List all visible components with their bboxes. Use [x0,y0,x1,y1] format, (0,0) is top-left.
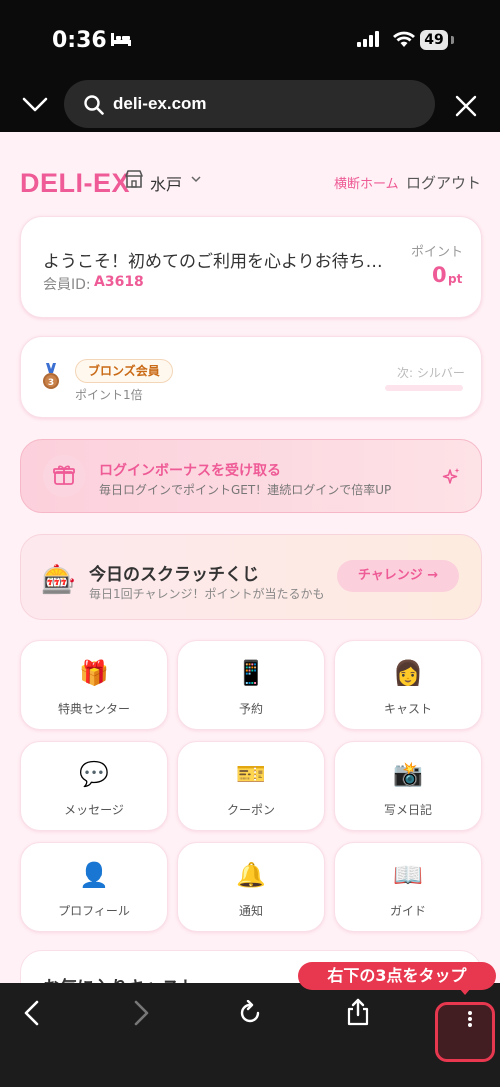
menu-tile-benefits[interactable]: 🎁 特典センター [20,640,168,730]
more-vertical-icon[interactable] [467,1010,473,1028]
status-bar: 0:36 49 [0,0,500,80]
close-icon[interactable] [455,95,477,117]
signal-icon [357,31,379,47]
member-id-label: 会員ID: [43,277,91,293]
speech-bubble-icon: 💬 [79,760,109,788]
menu-tile-reservation[interactable]: 📱 予約 [177,640,325,730]
brand-logo[interactable]: DELI-EX [20,168,130,199]
shop-icon [125,170,143,188]
login-bonus-button[interactable]: ログインボーナスを受け取る 毎日ログインでポイントGET！連続ログインで倍率UP [20,439,482,513]
sparkle-icon [442,468,460,484]
bronze-medal-icon: 3 [43,363,59,389]
menu-tile-messages[interactable]: 💬 メッセージ [20,741,168,831]
menu-tile-photo-diary[interactable]: 📸 写メ日記 [334,741,482,831]
forward-icon[interactable] [131,1000,151,1026]
welcome-card: ようこそ！初めてのご利用を心よりお待ち… 会員ID: A3618 ポイント 0 … [20,216,482,318]
menu-tile-notifications[interactable]: 🔔 通知 [177,842,325,932]
ticket-icon: 🎫 [236,760,266,788]
battery-tip [451,36,454,44]
logout-link[interactable]: ログアウト [406,172,481,193]
more-options-button[interactable] [435,1002,495,1062]
points-label: ポイント [411,245,464,260]
menu-label: プロフィール [58,904,130,918]
rank-card[interactable]: 3 ブロンズ会員 ポイント1倍 次: シルバー [20,336,482,418]
collapse-chevron-icon[interactable] [22,95,48,115]
wifi-icon [393,31,415,47]
menu-tile-cast[interactable]: 👩 キャスト [334,640,482,730]
menu-label: 予約 [238,702,263,716]
browser-toolbar [0,983,500,1087]
chevron-down-icon[interactable] [191,176,201,183]
gift-icon [53,465,75,485]
next-rank-label: 次: シルバー [397,366,465,380]
web-page: DELI-EX 水戸 横断ホーム ログアウト ようこそ！初めてのご利用を心よりお… [0,132,500,983]
camera-icon: 📸 [393,760,423,788]
points-unit: pt [448,272,463,286]
tap-hint-tooltip: 右下の3点をタップ [298,962,496,990]
svg-text:3: 3 [48,378,54,388]
rank-badge: ブロンズ会員 [75,359,173,383]
menu-label: クーポン [226,803,275,817]
woman-icon: 👩 [393,659,423,687]
points-value: 0 [432,263,447,287]
menu-label: 通知 [238,904,263,918]
tooltip-arrow [459,988,471,995]
address-url[interactable]: deli-ex.com [113,94,207,114]
menu-label: ガイド [389,904,426,918]
member-id: A3618 [94,274,144,290]
bell-icon: 🔔 [236,861,266,889]
rank-multiplier: ポイント1倍 [75,388,143,402]
profile-icon: 👤 [79,861,109,889]
menu-label: メッセージ [64,803,124,817]
login-bonus-title: ログインボーナスを受け取る [99,463,281,479]
cross-home-link[interactable]: 横断ホーム [334,173,399,192]
sleep-icon [111,33,131,46]
scratch-card[interactable]: 🎰 今日のスクラッチくじ 毎日1回チャレンジ！ポイントが当たるかも チャレンジ … [20,534,482,620]
book-icon: 📖 [393,861,423,889]
region-selector[interactable]: 水戸 [150,171,182,195]
menu-tile-guide[interactable]: 📖 ガイド [334,842,482,932]
battery-indicator: 49 [420,30,448,50]
menu-tile-profile[interactable]: 👤 プロフィール [20,842,168,932]
login-bonus-subtitle: 毎日ログインでポイントGET！連続ログインで倍率UP [99,483,392,497]
phone-icon: 📱 [236,659,266,687]
menu-tile-coupons[interactable]: 🎫 クーポン [177,741,325,831]
menu-label: 写メ日記 [383,803,432,817]
scratch-subtitle: 毎日1回チャレンジ！ポイントが当たるかも [89,587,325,601]
menu-label: キャスト [383,702,432,716]
share-icon[interactable] [346,998,370,1026]
scratch-title: 今日のスクラッチくじ [89,565,259,585]
slot-machine-icon: 🎰 [41,563,76,596]
challenge-button[interactable]: チャレンジ → [337,560,459,592]
rank-progress-bar [385,385,463,391]
search-icon [84,95,104,115]
welcome-message: ようこそ！初めてのご利用を心よりお待ち… [43,252,383,272]
back-icon[interactable] [22,1000,42,1026]
status-time: 0:36 [52,28,107,53]
reload-icon[interactable] [237,1000,263,1026]
menu-label: 特典センター [57,702,130,716]
gift-icon: 🎁 [79,659,109,687]
favorite-cast-title: お気に入りキャスト [43,973,196,983]
